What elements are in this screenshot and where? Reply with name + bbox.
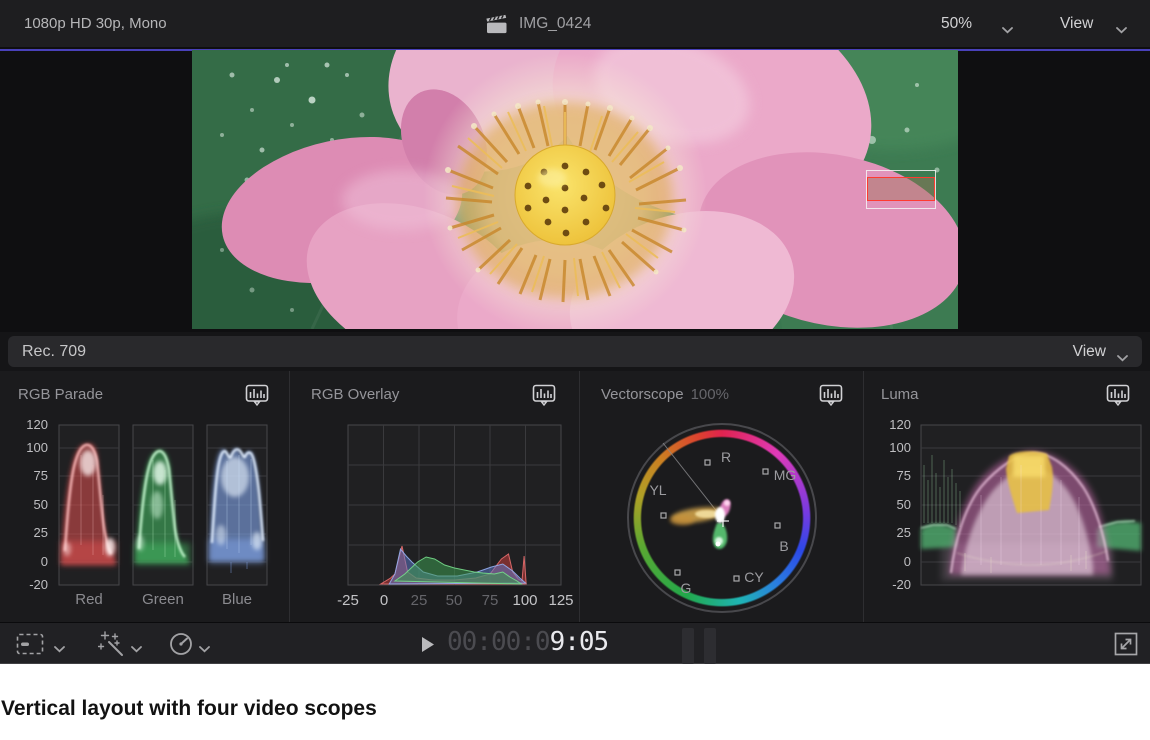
format-label: 1080p HD 30p, Mono: [24, 0, 167, 47]
range-selection-icon[interactable]: [16, 632, 44, 661]
play-icon[interactable]: [421, 636, 435, 658]
chevron-down-icon[interactable]: [1002, 21, 1013, 39]
timecode-display[interactable]: 00:00:09:05: [447, 627, 608, 657]
retime-speedometer-icon[interactable]: [168, 631, 194, 662]
vectorscope-label-mg: MG: [774, 467, 797, 483]
color-mask-sample-box[interactable]: [866, 170, 936, 209]
vectorscope-graph: R MG B CY G YL: [579, 371, 863, 622]
view-menu[interactable]: View: [1060, 0, 1093, 47]
vectorscope-label-b: B: [779, 538, 788, 554]
timecode-bright-digits: 9:05: [550, 627, 609, 657]
color-mask-sample-inner: [867, 177, 935, 201]
vectorscope-label-r: R: [721, 449, 731, 465]
video-viewer: [0, 47, 1150, 332]
video-frame-lotus: [192, 50, 958, 329]
chevron-down-icon[interactable]: [1116, 21, 1127, 39]
chevron-down-icon[interactable]: [54, 640, 65, 658]
chevron-down-icon[interactable]: [131, 640, 142, 658]
vectorscope-label-g: G: [681, 580, 692, 596]
audio-meter-right[interactable]: [704, 628, 716, 664]
colorspace-label: Rec. 709: [22, 336, 86, 367]
rgb-overlay-graph: [289, 371, 579, 622]
clip-name: IMG_0424: [519, 0, 591, 47]
colorspace-bar[interactable]: Rec. 709 View: [8, 336, 1142, 367]
vectorscope-label-cy: CY: [744, 569, 764, 585]
expand-fullscreen-icon[interactable]: [1113, 631, 1139, 662]
scopes-view-menu[interactable]: View: [1073, 336, 1106, 367]
colorspace-strip: Rec. 709 View: [0, 332, 1150, 371]
viewer-toolbar: 1080p HD 30p, Mono IMG_0424 50% View: [0, 0, 1150, 48]
fcp-viewer-window: 1080p HD 30p, Mono IMG_0424 50% View: [0, 0, 1150, 740]
chevron-down-icon[interactable]: [199, 640, 210, 658]
enhancements-wand-icon[interactable]: [98, 630, 126, 663]
clapperboard-icon: [486, 14, 508, 39]
vectorscope-label-yl: YL: [649, 482, 666, 498]
figure-caption: Vertical layout with four video scopes: [1, 697, 377, 721]
caption-area: Vertical layout with four video scopes: [0, 664, 1150, 740]
transport-bar: 00:00:09:05: [0, 622, 1150, 664]
zoom-menu[interactable]: 50%: [941, 0, 972, 47]
timecode-dim-digits: 00:00:0: [447, 627, 550, 657]
luma-graph: [863, 371, 1150, 622]
audio-meter-left[interactable]: [682, 628, 694, 664]
video-scopes-panel: RGB Parade RGB Overlay Vectorscope100%: [0, 371, 1150, 622]
chevron-down-icon[interactable]: [1117, 349, 1128, 367]
rgb-parade-graph: [0, 371, 289, 622]
skin-tone-line: [663, 443, 722, 518]
